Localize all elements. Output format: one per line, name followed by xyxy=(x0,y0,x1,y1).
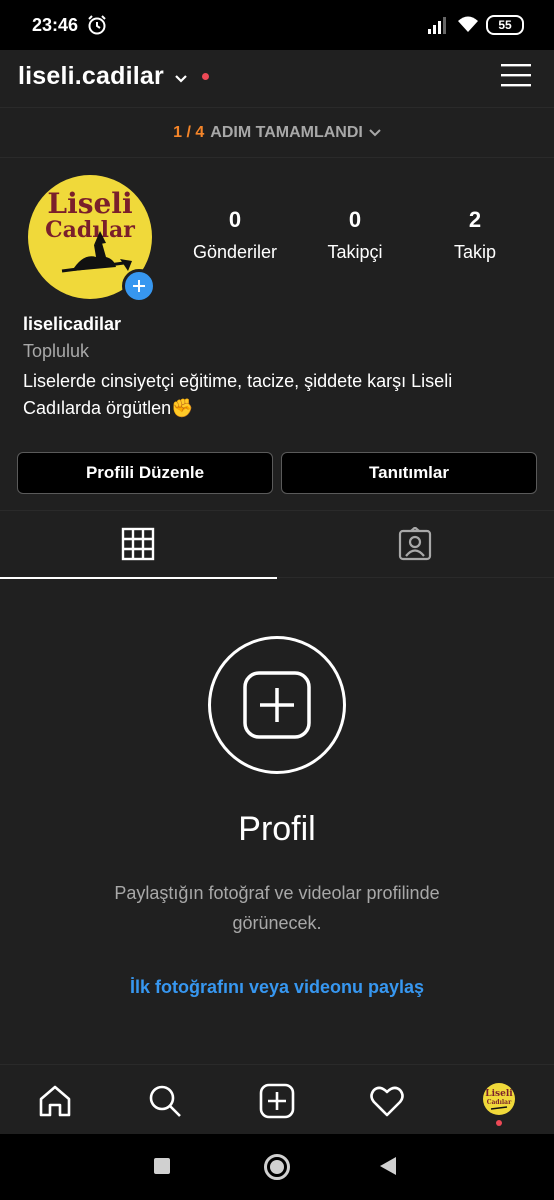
notification-dot xyxy=(496,1120,502,1126)
notification-dot xyxy=(201,73,209,80)
share-first-post-link[interactable]: İlk fotoğrafını veya videonu paylaş xyxy=(0,977,554,998)
stat-posts[interactable]: 0 Gönderiler xyxy=(175,207,295,263)
chevron-down-icon xyxy=(175,74,187,83)
edit-profile-button[interactable]: Profili Düzenle xyxy=(17,452,273,494)
stat-following[interactable]: 2 Takip xyxy=(415,207,535,263)
add-post-icon xyxy=(243,671,311,739)
heart-icon[interactable] xyxy=(369,1083,405,1119)
stat-followers-label: Takipçi xyxy=(327,242,383,262)
back-button[interactable] xyxy=(380,1157,396,1175)
tagged-icon xyxy=(398,527,432,561)
add-story-icon[interactable] xyxy=(122,269,156,303)
avatar-logo-small: Liseli Cadılar xyxy=(485,1089,513,1110)
status-time: 23:46 xyxy=(32,15,79,35)
grid-icon xyxy=(121,527,155,561)
create-post-circle[interactable] xyxy=(208,636,346,774)
profile-name: liselicadilar xyxy=(23,314,122,334)
search-icon[interactable] xyxy=(147,1083,183,1119)
stat-following-label: Takip xyxy=(453,242,497,262)
header-username: liseli.cadilar xyxy=(18,62,164,90)
signal-icon xyxy=(428,17,446,34)
profile-bio: Liselerde cinsiyetçi eğitime, tacize, şi… xyxy=(23,371,453,418)
tab-grid[interactable] xyxy=(0,511,277,579)
account-switcher[interactable]: liseli.cadilar xyxy=(18,62,209,91)
empty-state-description: Paylaştığın fotoğraf ve videolar profili… xyxy=(114,883,440,933)
profile-category: Topluluk xyxy=(23,341,90,361)
stat-followers[interactable]: 0 Takipçi xyxy=(295,207,415,263)
menu-icon[interactable] xyxy=(500,61,532,89)
profile-tabs xyxy=(0,510,554,579)
svg-text:Liseli: Liseli xyxy=(485,1089,513,1099)
svg-text:Cadılar: Cadılar xyxy=(487,1099,512,1106)
steps-count: 1 / 4 xyxy=(173,124,205,141)
alarm-icon xyxy=(88,15,106,35)
steps-progress[interactable]: 1 / 4 ADIM TAMAMLANDI xyxy=(0,108,554,158)
home-button[interactable] xyxy=(264,1154,290,1180)
system-navigation-bar xyxy=(0,1134,554,1200)
tab-tagged[interactable] xyxy=(277,511,554,579)
add-post-icon[interactable] xyxy=(259,1083,295,1119)
promotions-button[interactable]: Tanıtımlar xyxy=(281,452,537,494)
stat-followers-value: 0 xyxy=(348,207,362,232)
svg-text:Cadılar: Cadılar xyxy=(45,217,135,243)
battery-icon: 55 xyxy=(486,15,524,35)
profile-avatar[interactable]: Liseli Cadılar xyxy=(483,1083,515,1115)
empty-state-title: Profil xyxy=(238,810,316,848)
status-bar: 23:46 55 xyxy=(0,0,554,50)
stat-posts-value: 0 xyxy=(228,207,242,232)
stat-following-value: 2 xyxy=(468,207,482,232)
recent-apps-button[interactable] xyxy=(154,1158,170,1174)
header: liseli.cadilar xyxy=(0,50,554,108)
screen: 23:46 55 liseli.cadilar 1 / 4 ADIM TAMAM… xyxy=(0,0,554,1200)
bottom-nav xyxy=(0,1064,554,1134)
steps-label: ADIM TAMAMLANDI xyxy=(210,124,363,141)
svg-text:Liseli: Liseli xyxy=(47,187,132,220)
home-icon[interactable] xyxy=(37,1083,73,1119)
chevron-down-icon xyxy=(369,129,381,137)
stat-posts-label: Gönderiler xyxy=(192,242,278,262)
wifi-icon xyxy=(458,16,478,32)
